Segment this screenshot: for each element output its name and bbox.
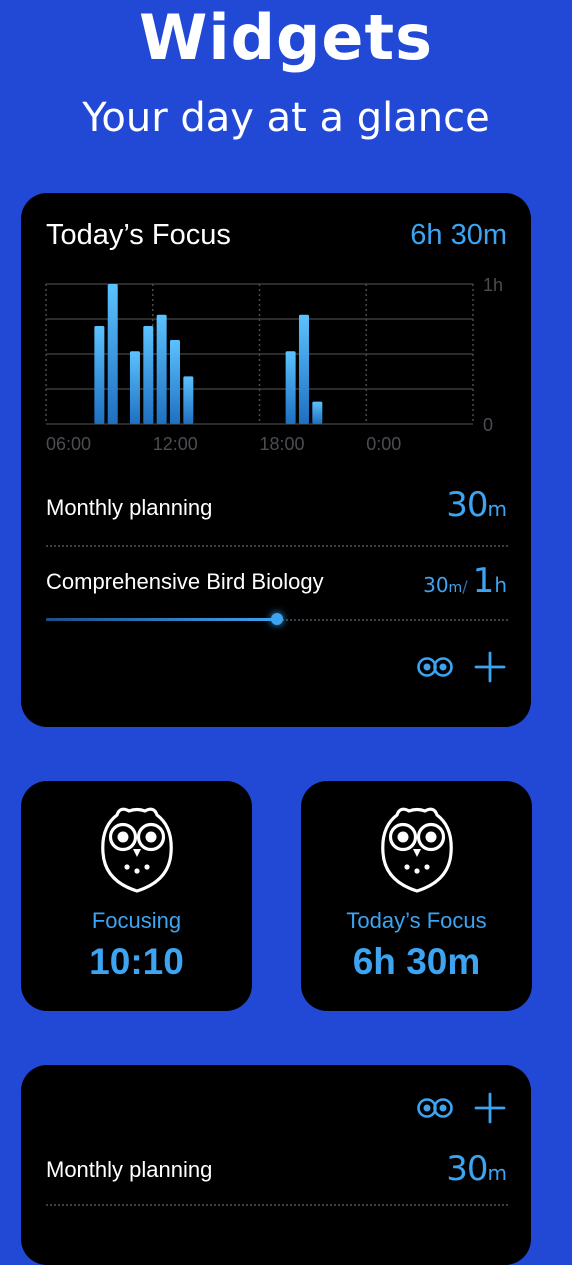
owl-eyes-icon[interactable] (415, 654, 455, 680)
row-monthly-planning[interactable]: Monthly planning 30m (21, 1149, 531, 1209)
chart-bar (107, 284, 118, 424)
chart-bar (312, 401, 323, 424)
row-label: Monthly planning (46, 495, 213, 520)
focusing-widget-small[interactable]: Focusing 10:10 (21, 781, 252, 1011)
owl-icon (381, 807, 453, 893)
row-duration: 30m (446, 1149, 507, 1189)
row-bird-biology[interactable]: Comprehensive Bird Biology 30m/ 1h (21, 555, 531, 605)
focusing-label: Focusing (91, 908, 182, 933)
chart-bar (94, 326, 105, 424)
goal-unit: h (494, 573, 507, 597)
row-label: Comprehensive Bird Biology (46, 569, 324, 594)
row-divider (46, 545, 508, 547)
add-icon[interactable] (473, 1091, 507, 1125)
chart-bar (298, 314, 309, 424)
chart-bar (156, 314, 167, 424)
progress-knob[interactable] (271, 613, 283, 625)
row-divider (46, 1204, 508, 1206)
duration-unit: m (487, 497, 507, 521)
focus-total: 6h 30m (410, 219, 507, 251)
y-tick-label: 0 (483, 415, 493, 435)
add-icon[interactable] (473, 650, 507, 684)
focus-title: Today’s Focus (46, 219, 231, 251)
owl-eyes-icon[interactable] (415, 1095, 455, 1121)
todays-focus-widget-small[interactable]: Today’s Focus 6h 30m (301, 781, 532, 1011)
focus-chart: 06:00 12:00 18:00 0:00 1h 0 (45, 278, 503, 454)
duration-number: 30 (446, 1149, 488, 1189)
done-number: 30 (423, 573, 449, 597)
row-label: Monthly planning (46, 1157, 213, 1182)
chart-bar (285, 351, 296, 424)
duration-unit: m (487, 1161, 507, 1185)
row-monthly-planning[interactable]: Monthly planning 30m (21, 483, 531, 543)
done-unit: m (448, 580, 463, 596)
chart-bar (169, 340, 180, 424)
todays-focus-label: Today’s Focus (346, 908, 487, 933)
row-progress-text: 30m/ 1h (423, 561, 507, 601)
x-tick-label: 12:00 (153, 434, 198, 454)
chart-bar (183, 376, 194, 424)
chart-bar (143, 326, 154, 424)
x-tick-label: 06:00 (46, 434, 91, 454)
x-tick-label: 18:00 (260, 434, 305, 454)
widgets-subtitle: Your day at a glance (82, 95, 490, 141)
x-tick-label: 0:00 (366, 434, 401, 454)
separator: / (462, 577, 468, 596)
chart-bar (129, 351, 140, 424)
todays-focus-total: 6h 30m (352, 941, 481, 982)
focusing-timer: 10:10 (89, 941, 184, 982)
focus-widget-medium[interactable]: Monthly planning 30m (21, 1065, 531, 1265)
row-duration: 30m (446, 485, 507, 525)
widgets-title: Widgets (139, 1, 433, 74)
y-tick-label: 1h (483, 278, 503, 295)
progress-fill (46, 618, 277, 621)
focus-widget-large[interactable]: Today’s Focus 6h 30m 06:00 12:00 18:00 0:00… (21, 193, 531, 727)
owl-icon (101, 807, 173, 893)
goal-number: 1 (472, 561, 495, 601)
duration-number: 30 (446, 485, 488, 525)
